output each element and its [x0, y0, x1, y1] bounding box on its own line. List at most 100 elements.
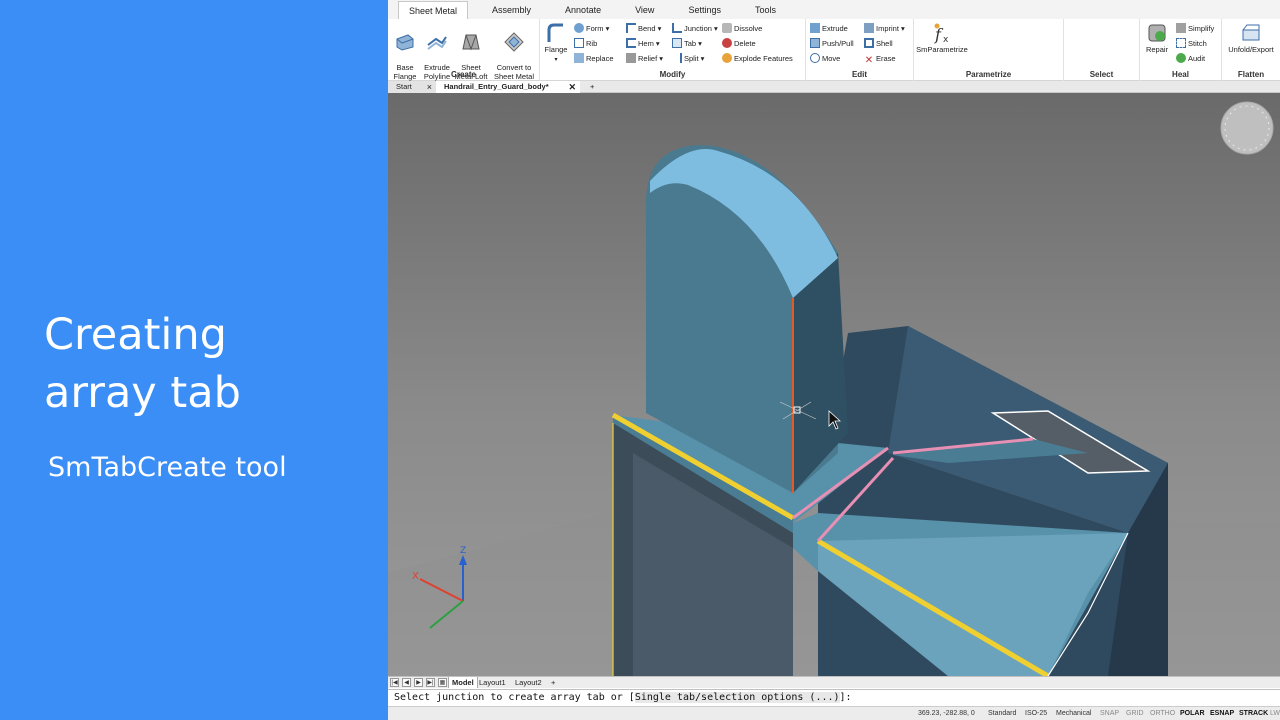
tab-icon: [672, 38, 682, 48]
replace-icon: [574, 53, 584, 63]
last-layout-icon[interactable]: ▶|: [426, 678, 435, 687]
split-icon: [672, 53, 682, 63]
strack-toggle[interactable]: STRACK: [1239, 707, 1268, 720]
tab-tools[interactable]: Tools: [745, 1, 786, 19]
unfold-icon: [1242, 24, 1260, 41]
tab-button[interactable]: Tab ▾: [672, 37, 702, 50]
doc-tab-start[interactable]: Start ×: [388, 81, 436, 93]
esnap-toggle[interactable]: ESNAP: [1210, 707, 1234, 720]
next-layout-icon[interactable]: ▶: [414, 678, 423, 687]
replace-button[interactable]: Replace: [574, 52, 614, 65]
svg-text:x: x: [943, 35, 949, 44]
split-button[interactable]: Split ▾: [672, 52, 704, 65]
view-navigation-wheel[interactable]: [1220, 101, 1274, 155]
group-edit-label: Edit: [851, 70, 868, 79]
bend-button[interactable]: Bend ▾: [626, 22, 661, 35]
group-heal-label: Heal: [1172, 70, 1189, 79]
add-layout-button[interactable]: +: [548, 677, 558, 688]
audit-label: Audit: [1188, 54, 1206, 63]
text-style-setting[interactable]: Standard: [988, 707, 1016, 720]
shell-label: Shell: [876, 39, 893, 48]
repair-button[interactable]: Repair: [1144, 22, 1170, 54]
coordinate-readout: 369.23, -282.88, 0: [918, 710, 975, 717]
convert-sheet-metal-icon: [504, 32, 524, 52]
junction-button[interactable]: Junction ▾: [672, 22, 718, 35]
lwt-toggle[interactable]: LWT: [1270, 707, 1280, 720]
extrude-polyline-icon: [427, 36, 447, 50]
smparametrize-label: SmParametrize: [916, 45, 968, 54]
tab-settings[interactable]: Settings: [678, 1, 731, 19]
layout-tab-layout2[interactable]: Layout2: [512, 677, 545, 688]
move-button[interactable]: Move: [810, 52, 840, 65]
stitch-button[interactable]: Stitch: [1176, 37, 1207, 50]
explode-features-button[interactable]: Explode Features: [722, 52, 793, 65]
layout-tab-model[interactable]: Model: [448, 677, 478, 688]
delete-icon: [722, 38, 732, 48]
layout-tab-layout1[interactable]: Layout1: [476, 677, 509, 688]
tab-annotate[interactable]: Annotate: [555, 1, 611, 19]
shell-button[interactable]: Shell: [864, 37, 893, 50]
dim-style-setting[interactable]: ISO-25: [1025, 707, 1047, 720]
unfold-export-button[interactable]: Unfold/Export: [1224, 22, 1278, 54]
smparametrize-button[interactable]: fx SmParametrize: [916, 22, 968, 54]
push-pull-icon: [810, 38, 820, 48]
simplify-button[interactable]: Simplify: [1176, 22, 1214, 35]
cad-app-window: Sheet Metal Assembly Annotate View Setti…: [388, 0, 1280, 720]
shell-icon: [864, 38, 874, 48]
audit-icon: [1176, 53, 1186, 63]
prev-layout-icon[interactable]: ◀: [402, 678, 411, 687]
polar-toggle[interactable]: POLAR: [1180, 707, 1205, 720]
doc-tab-current-label: Handrail_Entry_Guard_body*: [444, 82, 549, 91]
relief-icon: [626, 53, 636, 63]
close-icon[interactable]: ✕: [568, 81, 576, 93]
push-pull-button[interactable]: Push/Pull: [810, 37, 854, 50]
delete-button[interactable]: Delete: [722, 37, 756, 50]
relief-label: Relief: [638, 54, 658, 63]
layout-grid-icon[interactable]: ▦: [438, 678, 447, 687]
model-viewport[interactable]: X Z: [388, 93, 1280, 676]
tab-sheet-metal[interactable]: Sheet Metal: [398, 1, 469, 19]
tab-view[interactable]: View: [625, 1, 664, 19]
ortho-toggle[interactable]: ORTHO: [1150, 707, 1175, 720]
model-render[interactable]: X Z: [388, 93, 1280, 676]
first-layout-icon[interactable]: |◀: [390, 678, 399, 687]
repair-icon: [1148, 24, 1166, 42]
doc-tab-current[interactable]: Handrail_Entry_Guard_body* ✕: [436, 81, 580, 93]
workspace-setting[interactable]: Mechanical: [1056, 707, 1091, 720]
rib-label: Rib: [586, 39, 598, 48]
junction-label: Junction: [684, 24, 712, 33]
group-flatten-label: Flatten: [1237, 70, 1265, 79]
erase-icon: ✕: [864, 55, 874, 66]
tab-assembly[interactable]: Assembly: [482, 1, 541, 19]
junction-icon: [672, 23, 682, 33]
group-parametrize: fx SmParametrize Parametrize: [914, 19, 1064, 81]
group-parametrize-label: Parametrize: [965, 70, 1012, 79]
hem-button[interactable]: Hem ▾: [626, 37, 660, 50]
stitch-label: Stitch: [1188, 39, 1207, 48]
add-document-label: +: [590, 82, 595, 91]
dissolve-button[interactable]: Dissolve: [722, 22, 762, 35]
rib-button[interactable]: Rib: [574, 37, 597, 50]
subtitle-text: SmTabCreate tool: [48, 452, 287, 483]
erase-button[interactable]: ✕ Erase: [864, 52, 896, 66]
bend-label: Bend: [638, 24, 656, 33]
explode-features-label: Explode Features: [734, 54, 793, 63]
command-line[interactable]: Select junction to create array tab or […: [388, 689, 1280, 706]
flange-button[interactable]: Flange ▾: [542, 22, 570, 65]
audit-button[interactable]: Audit: [1176, 52, 1205, 65]
command-option-single-tab[interactable]: Single tab/selection options (...): [634, 692, 840, 703]
grid-toggle[interactable]: GRID: [1126, 707, 1144, 720]
title-panel: Creating array tab SmTabCreate tool: [0, 0, 388, 720]
extrude-button[interactable]: Extrude: [810, 22, 848, 35]
sheet-metal-loft-icon: [462, 34, 480, 51]
explode-icon: [722, 53, 732, 63]
close-icon[interactable]: ×: [427, 81, 432, 93]
snap-toggle[interactable]: SNAP: [1100, 707, 1119, 720]
relief-button[interactable]: Relief ▾: [626, 52, 663, 65]
form-button[interactable]: Form ▾: [574, 22, 609, 35]
rib-icon: [574, 38, 584, 48]
imprint-button[interactable]: Imprint ▾: [864, 22, 905, 35]
add-document-button[interactable]: +: [582, 81, 598, 93]
group-modify-label: Modify: [659, 70, 686, 79]
move-icon: [810, 53, 820, 63]
